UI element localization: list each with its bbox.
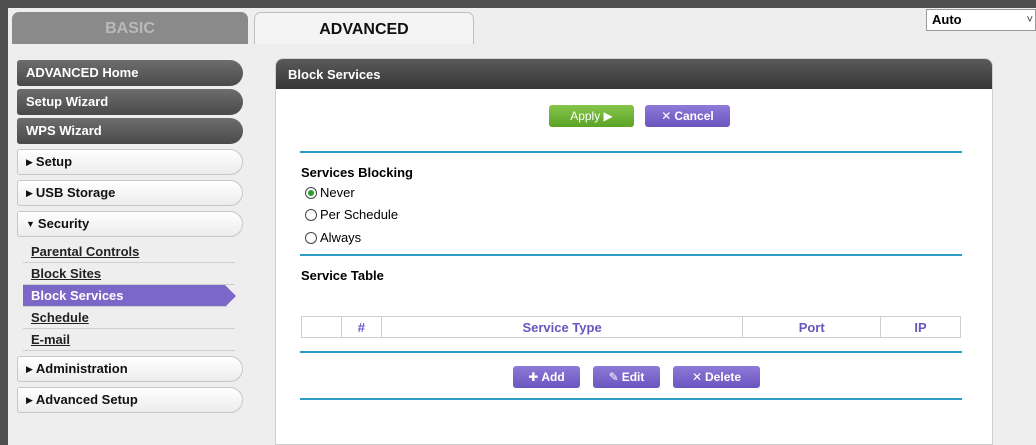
service-table-title: Service Table xyxy=(301,268,384,283)
pencil-icon: ✎ xyxy=(608,370,619,384)
collapse-arrow-icon: ▼ xyxy=(26,219,35,229)
cancel-button-label: Cancel xyxy=(674,109,714,123)
sidebar-item-label: Advanced Setup xyxy=(35,392,138,407)
sidebar-item-advanced-setup[interactable]: ▶ Advanced Setup xyxy=(17,387,243,413)
divider xyxy=(300,151,962,153)
cancel-button[interactable]: ✕ Cancel xyxy=(645,105,730,127)
services-blocking-title: Services Blocking xyxy=(301,165,413,180)
plus-icon: ✚ xyxy=(528,370,539,384)
add-button[interactable]: ✚ Add xyxy=(513,366,580,388)
expand-arrow-icon: ▶ xyxy=(26,364,33,374)
language-select-value: Auto xyxy=(932,12,962,27)
edit-button[interactable]: ✎ Edit xyxy=(593,366,660,388)
radio-always[interactable]: Always xyxy=(305,230,361,246)
expand-arrow-icon: ▶ xyxy=(26,157,33,167)
radio-label: Always xyxy=(320,230,362,245)
main-panel: Block Services Apply ▶ ✕ Cancel Services … xyxy=(275,58,993,445)
sidebar-item-setup-wizard[interactable]: Setup Wizard xyxy=(17,89,243,115)
sidebar-item-label: Security xyxy=(37,216,90,231)
panel-body: Apply ▶ ✕ Cancel Services Blocking Never … xyxy=(276,89,992,444)
table-header-port: Port xyxy=(742,316,882,338)
tab-basic[interactable]: BASIC xyxy=(12,12,248,44)
apply-button[interactable]: Apply ▶ xyxy=(549,105,634,127)
panel-title: Block Services xyxy=(276,59,992,89)
table-header-number: # xyxy=(340,316,382,338)
close-icon: ✕ xyxy=(661,109,672,123)
sidebar-item-wps-wizard[interactable]: WPS Wizard xyxy=(17,118,243,144)
sidebar-item-administration[interactable]: ▶ Administration xyxy=(17,356,243,382)
radio-label: Never xyxy=(320,185,355,200)
sidebar-item-label: Setup xyxy=(35,154,73,169)
delete-button[interactable]: ✕ Delete xyxy=(673,366,760,388)
service-table: # Service Type Port IP xyxy=(301,316,961,338)
sidebar-item-block-services[interactable]: Block Services xyxy=(23,285,236,307)
add-button-label: Add xyxy=(541,370,565,384)
sidebar-item-setup[interactable]: ▶ Setup xyxy=(17,149,243,175)
delete-button-label: Delete xyxy=(705,370,742,384)
table-header-ip: IP xyxy=(880,316,961,338)
sidebar-item-advanced-home[interactable]: ADVANCED Home xyxy=(17,60,243,86)
language-select[interactable]: Auto ˅ xyxy=(926,9,1036,31)
table-header-service-type: Service Type xyxy=(380,316,744,338)
radio-per-schedule[interactable]: Per Schedule xyxy=(305,207,398,223)
table-header-row: # Service Type Port IP xyxy=(301,316,961,338)
sidebar-item-label: USB Storage xyxy=(35,185,116,200)
top-bar: BASIC ADVANCED Auto ˅ xyxy=(0,0,1036,44)
divider xyxy=(300,398,962,400)
chevron-down-icon: ˅ xyxy=(1026,14,1033,26)
sidebar-item-email[interactable]: E-mail xyxy=(23,329,235,351)
sidebar-item-usb-storage[interactable]: ▶ USB Storage xyxy=(17,180,243,206)
sidebar-item-security[interactable]: ▼ Security xyxy=(17,211,243,237)
close-icon: ✕ xyxy=(691,370,703,384)
expand-arrow-icon: ▶ xyxy=(26,395,33,405)
edit-button-label: Edit xyxy=(621,370,645,384)
sidebar: ADVANCED Home Setup Wizard WPS Wizard ▶ S… xyxy=(17,60,243,413)
expand-arrow-icon: ▶ xyxy=(26,188,33,198)
security-submenu: Parental Controls Block Sites Block Serv… xyxy=(17,241,243,351)
radio-label: Per Schedule xyxy=(320,207,399,222)
divider xyxy=(300,254,962,256)
radio-button[interactable] xyxy=(305,209,317,221)
table-header-select xyxy=(301,316,342,338)
radio-button-checked[interactable] xyxy=(305,187,317,199)
tab-advanced[interactable]: ADVANCED xyxy=(254,12,474,44)
sidebar-item-parental-controls[interactable]: Parental Controls xyxy=(23,241,235,263)
radio-button[interactable] xyxy=(305,232,317,244)
sidebar-item-label: Administration xyxy=(35,361,128,376)
radio-never[interactable]: Never xyxy=(305,185,355,201)
divider xyxy=(300,351,962,353)
sidebar-item-schedule[interactable]: Schedule xyxy=(23,307,235,329)
sidebar-item-block-sites[interactable]: Block Sites xyxy=(23,263,235,285)
